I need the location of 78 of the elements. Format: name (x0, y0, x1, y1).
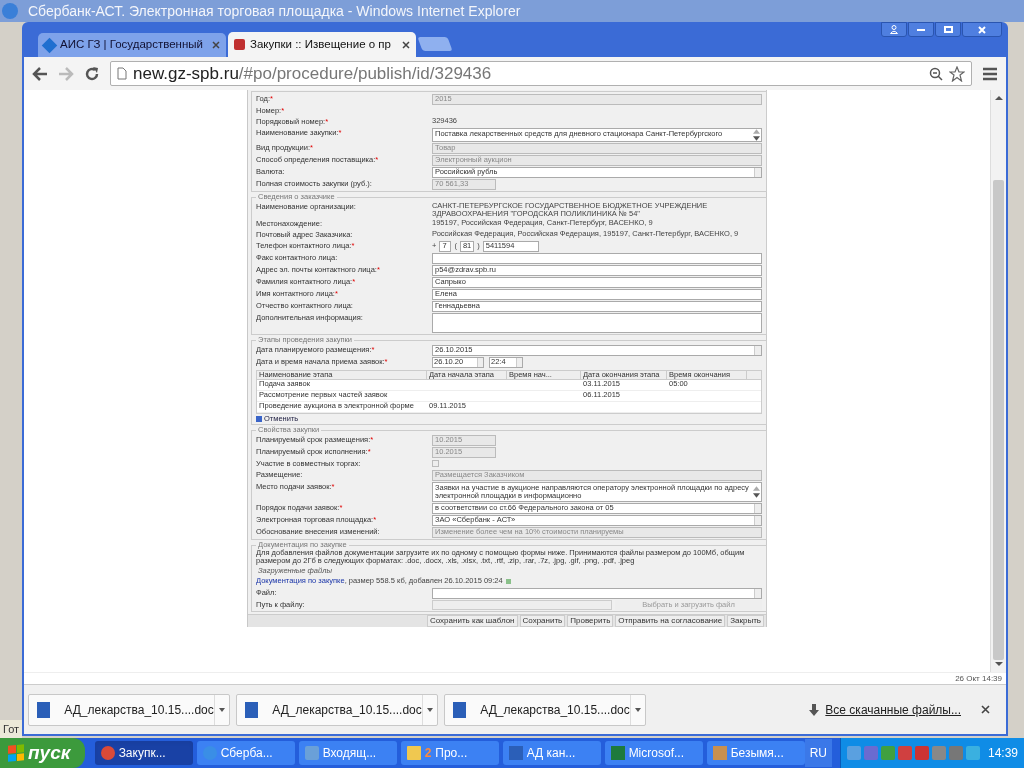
app-icon (712, 746, 727, 760)
window-title: Сбербанк-АСТ. Электронная торговая площадка - Windows Internet Explorer (28, 1, 521, 21)
window-count: 2 (424, 745, 432, 762)
taskbar-label: Безымя... (730, 745, 784, 762)
star-icon[interactable] (949, 65, 965, 82)
document-icon (453, 701, 467, 718)
taskbar-label: Закупк... (118, 745, 166, 762)
menu-icon[interactable] (982, 66, 998, 81)
document-icon (245, 701, 259, 718)
form-button[interactable]: Проверить (567, 615, 614, 627)
app-icon (406, 746, 421, 760)
scroll-arrows-icon[interactable] (751, 128, 761, 141)
language-indicator[interactable]: RU (804, 739, 832, 767)
form-button[interactable]: Закрыть (727, 615, 764, 627)
caret-icon[interactable] (634, 707, 641, 712)
cancel-icon (256, 416, 262, 422)
app-icon (304, 746, 319, 760)
taskbar-button[interactable]: 2 Про... (400, 741, 499, 765)
taskbar-label: Microsof... (628, 745, 684, 762)
app-icon (508, 746, 523, 760)
zoom-icon[interactable] (929, 66, 943, 81)
browser-tab[interactable]: Закупки :: Извещение о пр (228, 32, 416, 57)
taskbar-button[interactable]: Безымя... (706, 741, 805, 765)
close-icon (978, 25, 986, 34)
maximize-button[interactable] (935, 22, 961, 37)
form-button[interactable]: Сохранить как шаблон (427, 615, 518, 627)
taskbar-label: Сберба... (220, 745, 273, 762)
close-icon[interactable] (981, 705, 990, 714)
page-footer-text: 26 Окт 14:39 (955, 673, 1002, 684)
form-button[interactable]: Отправить на согласование (615, 615, 726, 627)
address-bar[interactable]: new.gz-spb.ru/#po/procedure/publish/id/329436 (110, 61, 972, 86)
input-field[interactable] (432, 252, 762, 264)
caret-icon[interactable] (426, 707, 433, 712)
taskbar-label: Про... (435, 745, 468, 762)
document-icon (37, 701, 51, 718)
taskbar-button[interactable]: Закупк... (94, 741, 193, 765)
start-button[interactable]: пуск (0, 738, 85, 768)
caret-icon[interactable] (218, 707, 225, 712)
minimize-button[interactable] (908, 22, 934, 37)
scroll-up-icon[interactable] (994, 94, 1003, 102)
taskbar-button[interactable]: Сберба... (196, 741, 295, 765)
taskbar-button[interactable]: Microsof... (604, 741, 703, 765)
tab-title: АИС ГЗ | Государственный (60, 37, 204, 53)
download-filename: АД_лекарства_10.15....doc (64, 701, 214, 719)
page-icon (117, 67, 127, 80)
back-icon[interactable] (32, 66, 48, 81)
taskbar-label: Входящ... (322, 745, 377, 762)
scrollbar-thumb[interactable] (993, 180, 1004, 660)
tab-title: Закупки :: Извещение о пр (250, 36, 392, 52)
user-icon (890, 25, 898, 34)
taskbar-button[interactable]: Входящ... (298, 741, 397, 765)
taskbar-button[interactable]: АД кан... (502, 741, 601, 765)
checkbox[interactable] (432, 459, 439, 467)
file-icon (505, 578, 511, 584)
user-button[interactable] (881, 22, 907, 37)
download-item[interactable]: АД_лекарства_10.15....doc (28, 693, 230, 726)
download-filename: АД_лекарства_10.15....doc (480, 701, 630, 719)
download-arrow-icon (809, 703, 820, 716)
close-icon[interactable] (402, 40, 410, 49)
app-icon (610, 746, 625, 760)
taskbar-label: АД кан... (526, 745, 576, 762)
app-icon (100, 746, 115, 760)
all-downloads-link[interactable]: Все скачанные файлы... (825, 700, 961, 719)
close-button[interactable] (962, 22, 1002, 37)
close-icon[interactable] (212, 41, 220, 49)
download-item[interactable]: АД_лекарства_10.15....doc (236, 693, 438, 726)
form-button[interactable]: Сохранить (519, 615, 566, 627)
tab-favicon-icon (41, 37, 58, 53)
download-filename: АД_лекарства_10.15....doc (272, 701, 422, 719)
windows-logo-icon (8, 744, 24, 762)
clock: 14:39 (987, 745, 1018, 762)
download-item[interactable]: АД_лекарства_10.15....doc (444, 693, 646, 726)
file-path-field[interactable] (432, 599, 612, 610)
tab-favicon-icon (234, 39, 245, 50)
reload-icon[interactable] (84, 65, 100, 82)
dropdown-field[interactable] (432, 587, 762, 599)
browser-tab[interactable]: АИС ГЗ | Государственный (38, 33, 226, 57)
status-text: Гот (3, 721, 20, 737)
